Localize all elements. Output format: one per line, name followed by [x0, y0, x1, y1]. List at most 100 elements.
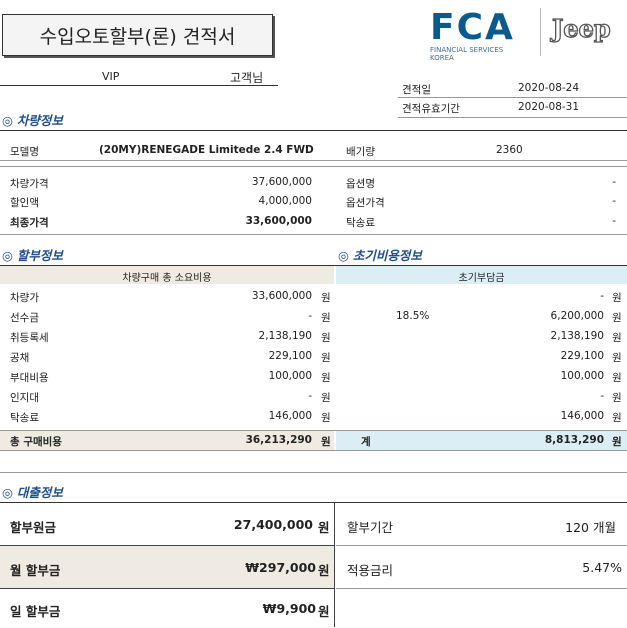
row-initial-unit: 원 — [612, 292, 622, 304]
total-unit: 원 — [321, 436, 331, 448]
row-initial-value: 2,138,190 — [550, 330, 604, 342]
customer-underline — [0, 85, 278, 86]
total-purchase-value: 36,213,290 — [245, 434, 312, 446]
section-circle-icon: ◎ — [2, 248, 13, 263]
option-name-value: - — [612, 176, 616, 188]
rate-value: 5.47% — [582, 560, 622, 575]
row-total-value: 100,000 — [268, 370, 312, 382]
displacement-label: 배기량 — [346, 146, 375, 158]
row-total-value: - — [308, 390, 312, 402]
initial-cost-section-title: ◎ 초기비용정보 — [338, 248, 422, 263]
period-label: 할부기간 — [347, 520, 394, 535]
section-circle-icon: ◎ — [338, 248, 349, 263]
row-total-value: 33,600,000 — [251, 290, 312, 302]
fca-logo-text: FCA — [430, 7, 515, 48]
divider — [0, 160, 627, 161]
fca-logo-sub2: KOREA — [430, 54, 454, 62]
row-total-unit: 원 — [321, 352, 331, 364]
fca-logo-sub1: FINANCIAL SERVICES — [430, 46, 504, 54]
row-initial-unit: 원 — [612, 412, 622, 424]
row-initial-unit: 원 — [612, 332, 622, 344]
displacement-value: 2360 — [496, 144, 523, 156]
row-total-value: - — [308, 310, 312, 322]
row-initial-value: 229,100 — [560, 350, 604, 362]
down-payment-rate: 18.5% — [396, 310, 430, 322]
jeep-logo: Jeep — [551, 13, 611, 43]
option-price-label: 옵션가격 — [346, 197, 385, 209]
delivery-label: 탁송료 — [346, 217, 375, 229]
sum-label: 계 — [361, 436, 371, 448]
quote-date: 2020-08-24 — [518, 82, 580, 94]
option-name-label: 옵션명 — [346, 178, 375, 190]
fca-logo: FCA FINANCIAL SERVICES KOREA — [430, 7, 530, 63]
final-price-label: 최종가격 — [10, 217, 49, 229]
divider — [0, 450, 627, 451]
daily-label: 일 할부금 — [10, 604, 61, 619]
daily-unit: 원 — [318, 604, 330, 619]
sum-value: 8,813,290 — [544, 434, 604, 446]
monthly-unit: 원 — [318, 563, 330, 578]
price-label: 차량가격 — [10, 178, 49, 190]
row-total-unit: 원 — [321, 372, 331, 384]
divider — [336, 588, 627, 589]
logo-divider — [540, 8, 541, 56]
row-label: 부대비용 — [10, 372, 49, 384]
principal-unit: 원 — [318, 520, 330, 535]
row-initial-unit: 원 — [612, 312, 622, 324]
monthly-value: ₩297,000 — [245, 560, 316, 575]
option-price-value: - — [612, 195, 616, 207]
divider — [398, 97, 627, 98]
row-initial-unit: 원 — [612, 352, 622, 364]
total-cost-header-label: 차량구매 총 소요비용 — [122, 273, 212, 284]
model-value: (20MY)RENEGADE Limitede 2.4 FWD — [99, 144, 314, 156]
section-circle-icon: ◎ — [2, 113, 13, 128]
row-initial-value: 6,200,000 — [550, 310, 604, 322]
final-price-value: 33,600,000 — [245, 215, 312, 227]
row-initial-unit: 원 — [612, 372, 622, 384]
monthly-label: 월 할부금 — [10, 563, 61, 578]
quote-date-label: 견적일 — [402, 84, 431, 96]
row-initial-unit: 원 — [612, 392, 622, 404]
row-label: 공채 — [10, 352, 30, 364]
principal-value: 27,400,000 — [233, 517, 313, 532]
document-title: 수입오토할부(론) 견적서 — [2, 14, 273, 56]
row-total-unit: 원 — [321, 332, 331, 344]
vehicle-section-title: ◎ 차량정보 — [2, 113, 63, 128]
initial-cost-header-label: 초기부담금 — [458, 273, 505, 284]
section-circle-icon: ◎ — [2, 485, 13, 500]
row-label: 취등록세 — [10, 332, 49, 344]
total-purchase-label: 총 구매비용 — [10, 436, 62, 448]
row-initial-value: - — [600, 390, 604, 402]
delivery-value: - — [612, 215, 616, 227]
valid-until: 2020-08-31 — [518, 101, 580, 113]
period-value: 120 개월 — [565, 520, 616, 535]
row-total-value: 229,100 — [268, 350, 312, 362]
row-initial-value: 100,000 — [560, 370, 604, 382]
divider — [0, 234, 627, 235]
divider — [398, 117, 627, 118]
row-initial-value: 146,000 — [560, 410, 604, 422]
price-value: 37,600,000 — [251, 176, 312, 188]
row-label: 차량가 — [10, 292, 39, 304]
row-label: 탁송료 — [10, 412, 39, 424]
row-total-value: 146,000 — [268, 410, 312, 422]
row-label: 선수금 — [10, 312, 39, 324]
row-total-unit: 원 — [321, 292, 331, 304]
discount-value: 4,000,000 — [258, 195, 312, 207]
row-total-unit: 원 — [321, 412, 331, 424]
row-total-value: 2,138,190 — [258, 330, 312, 342]
customer-suffix: 고객님 — [230, 71, 264, 85]
valid-until-label: 견적유효기간 — [402, 103, 460, 115]
divider — [0, 430, 627, 431]
row-label: 인지대 — [10, 392, 39, 404]
installment-section-title: ◎ 할부정보 — [2, 248, 63, 263]
divider — [336, 545, 627, 546]
customer-name: VIP — [102, 70, 120, 83]
divider — [0, 166, 627, 167]
model-label: 모델명 — [10, 146, 39, 158]
rate-label: 적용금리 — [347, 563, 394, 578]
row-total-unit: 원 — [321, 392, 331, 404]
discount-label: 할인액 — [10, 197, 39, 209]
section-rule — [0, 130, 627, 131]
principal-label: 할부원금 — [10, 520, 57, 535]
